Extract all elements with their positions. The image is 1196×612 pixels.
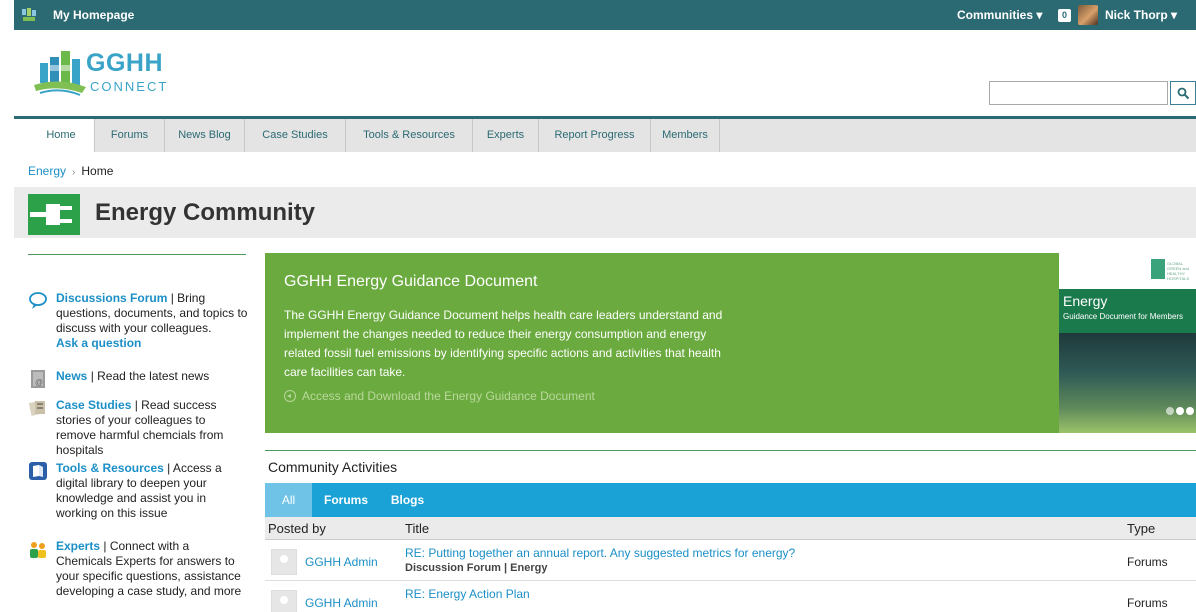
activity-title-link[interactable]: RE: Energy Action Plan xyxy=(405,587,530,601)
slide-dot-1[interactable] xyxy=(1166,407,1174,415)
sidebar-divider xyxy=(28,254,246,255)
cover-title: Energy xyxy=(1063,293,1108,309)
feature-download-link[interactable]: Access and Download the Energy Guidance … xyxy=(284,389,595,403)
breadcrumb-current: Home xyxy=(81,164,114,178)
svg-text:@: @ xyxy=(35,378,43,387)
discussions-forum-link[interactable]: Discussions Forum xyxy=(56,291,167,305)
activities-title: Community Activities xyxy=(268,459,398,475)
user-menu[interactable]: Nick Thorp ▾ xyxy=(1105,8,1177,22)
logo-text: GGHH xyxy=(86,49,163,77)
slide-dot-3[interactable] xyxy=(1186,407,1194,415)
tab-case-studies[interactable]: Case Studies xyxy=(245,119,346,152)
activities-tab-forums[interactable]: Forums xyxy=(312,483,380,517)
cover-subtitle: Guidance Document for Members xyxy=(1063,312,1184,321)
activities-table-header: Posted by Title Type xyxy=(265,517,1196,540)
activities-divider xyxy=(265,450,1196,451)
col-type: Type xyxy=(1127,521,1156,536)
sidebar-item-case-studies: Case Studies | Read success stories of y… xyxy=(28,398,248,458)
tab-home[interactable]: Home xyxy=(14,119,95,152)
search-input[interactable] xyxy=(989,81,1168,105)
activity-subtitle: Discussion Forum | Energy xyxy=(405,562,548,574)
notification-badge[interactable]: 0 xyxy=(1058,9,1071,22)
home-logo-icon[interactable] xyxy=(21,7,37,23)
activities-tab-all[interactable]: All xyxy=(265,483,312,517)
sidebar-item-tools: Tools & Resources | Access a digital lib… xyxy=(28,461,248,521)
cover-photo xyxy=(1059,333,1196,433)
table-row: GGHH Admin RE: Energy Action Plan Forums xyxy=(265,582,1196,612)
tools-resources-link[interactable]: Tools & Resources xyxy=(56,461,164,475)
breadcrumb-separator: › xyxy=(72,167,76,178)
communities-menu[interactable]: Communities ▾ xyxy=(957,8,1042,22)
poster-link[interactable]: GGHH Admin xyxy=(305,555,378,569)
top-bar: My Homepage Communities ▾ 0 Nick Thorp ▾ xyxy=(14,0,1196,30)
logo-subtext: CONNECT xyxy=(90,79,169,94)
page-title: Energy Community xyxy=(95,199,316,226)
search-button[interactable] xyxy=(1170,81,1196,105)
poster-link[interactable]: GGHH Admin xyxy=(305,596,378,610)
main-nav: Home Forums News Blog Case Studies Tools… xyxy=(14,116,1196,152)
people-icon xyxy=(30,542,46,558)
tab-forums[interactable]: Forums xyxy=(95,119,165,152)
my-homepage-link[interactable]: My Homepage xyxy=(53,8,134,22)
tab-tools-resources[interactable]: Tools & Resources xyxy=(346,119,473,152)
news-desc: | Read the latest news xyxy=(87,369,210,383)
user-avatar[interactable] xyxy=(1078,5,1098,25)
feature-description: The GGHH Energy Guidance Document helps … xyxy=(284,308,723,379)
breadcrumb: Energy › Home xyxy=(28,164,113,178)
activities-tab-blogs[interactable]: Blogs xyxy=(380,483,435,517)
table-row: GGHH Admin RE: Putting together an annua… xyxy=(265,541,1196,581)
col-posted-by: Posted by xyxy=(268,521,326,536)
breadcrumb-energy-link[interactable]: Energy xyxy=(28,164,66,178)
poster-avatar[interactable] xyxy=(271,549,297,575)
news-icon: @ xyxy=(31,370,45,388)
ask-question-link[interactable]: Ask a question xyxy=(56,336,248,351)
feature-banner: GGHH Energy Guidance Document The GGHH E… xyxy=(265,253,1059,433)
case-studies-icon xyxy=(28,401,45,416)
activities-tabs: All Forums Blogs xyxy=(265,483,1196,517)
sidebar-item-news: @ News | Read the latest news xyxy=(28,369,248,388)
activity-type: Forums xyxy=(1127,596,1168,610)
cover-logo-text: GLOBAL GREEN and HEALTHY HOSPITALS xyxy=(1167,261,1190,281)
poster-avatar[interactable] xyxy=(271,590,297,612)
tab-news-blog[interactable]: News Blog xyxy=(165,119,245,152)
sidebar-item-discussions: Discussions Forum | Bring questions, doc… xyxy=(28,291,248,351)
arrow-circle-icon xyxy=(284,390,296,402)
case-studies-link[interactable]: Case Studies xyxy=(56,398,131,412)
slide-dot-2[interactable] xyxy=(1176,407,1184,415)
chat-bubble-icon xyxy=(29,292,47,309)
experts-link[interactable]: Experts xyxy=(56,539,100,553)
feature-title: GGHH Energy Guidance Document xyxy=(284,273,538,290)
col-title: Title xyxy=(405,521,430,536)
activity-type: Forums xyxy=(1127,555,1168,569)
book-icon xyxy=(29,462,47,480)
tab-experts[interactable]: Experts xyxy=(473,119,539,152)
tab-report-progress[interactable]: Report Progress xyxy=(539,119,651,152)
sidebar-item-experts: Experts | Connect with a Chemicals Exper… xyxy=(28,539,248,599)
gghh-cover-logo xyxy=(1151,259,1165,279)
news-link[interactable]: News xyxy=(56,369,87,383)
search-icon xyxy=(1177,87,1190,100)
energy-plug-icon xyxy=(28,194,80,235)
tab-members[interactable]: Members xyxy=(651,119,720,152)
activity-title-link[interactable]: RE: Putting together an annual report. A… xyxy=(405,546,795,560)
document-cover-image[interactable]: GLOBAL GREEN and HEALTHY HOSPITALS Energ… xyxy=(1059,253,1196,433)
